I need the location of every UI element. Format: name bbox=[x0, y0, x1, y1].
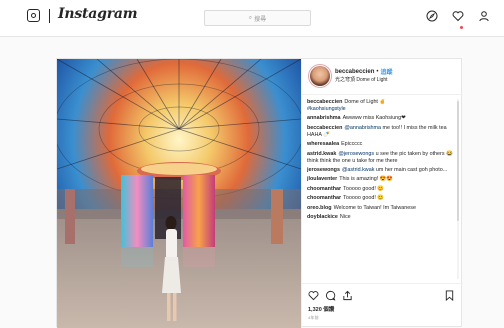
like-heart-icon[interactable] bbox=[308, 290, 319, 301]
heart-icon[interactable] bbox=[452, 10, 464, 22]
comment-username[interactable]: wheresaalea bbox=[307, 141, 339, 147]
search-placeholder: 搜尋 bbox=[254, 16, 267, 23]
post-actions: 1,320 個讚 4年前 bbox=[302, 283, 463, 328]
camera-icon[interactable] bbox=[27, 9, 40, 22]
comment-item: choomanthar Tooooo good! 😊 bbox=[307, 195, 455, 202]
comment-bubble-icon[interactable] bbox=[325, 290, 336, 301]
comment-username[interactable]: jerosewongs bbox=[307, 167, 340, 173]
comment-username[interactable]: choomanthar bbox=[307, 195, 341, 201]
search-icon: ⌕ bbox=[248, 14, 253, 21]
post-card: beccabeccien • 追蹤 光之穹頂 Dome of Light bec… bbox=[56, 58, 463, 328]
share-upload-icon[interactable] bbox=[342, 290, 353, 301]
comment-username[interactable]: beccabeccien bbox=[307, 99, 342, 105]
mention-link[interactable]: @annabrishma bbox=[344, 125, 381, 131]
comment-text: Dome of Light ✌ bbox=[344, 99, 387, 105]
post-header: beccabeccien • 追蹤 光之穹頂 Dome of Light bbox=[302, 59, 463, 95]
hashtag-link[interactable]: #kaohsiungstyle bbox=[307, 106, 455, 113]
comments-list[interactable]: beccabeccien Dome of Light ✌ #kaohsiungst… bbox=[307, 99, 455, 279]
profile-icon[interactable] bbox=[478, 10, 490, 22]
explore-compass-icon[interactable] bbox=[426, 10, 438, 22]
post-date: 4年前 bbox=[308, 315, 319, 320]
comment-item: annabrishma Awwww miss Kaohsiung❤ bbox=[307, 115, 455, 122]
instagram-logo[interactable]: Instagram bbox=[58, 6, 138, 22]
action-icon-group bbox=[308, 290, 353, 301]
comment-username[interactable]: astrid.kwak bbox=[307, 151, 336, 157]
comment-text: Tooooo good! 😊 bbox=[343, 195, 385, 202]
comment-item: jloulaventer This is amazing! 😍😍 bbox=[307, 176, 455, 183]
comment-text: Tooooo good! 😊 bbox=[343, 185, 385, 192]
mention-link[interactable]: @astrid.kwak bbox=[342, 167, 374, 173]
comment-text: um her main cast goh photo... bbox=[375, 166, 448, 173]
comment-item: wheresaalea Epiccccc bbox=[307, 141, 455, 148]
comment-item: oreo.blog Welcome to Taiwan! Im Taiwanese bbox=[307, 205, 455, 212]
separator-dot: • bbox=[376, 68, 379, 75]
comment-text: Nice bbox=[339, 213, 351, 220]
comment-item: choomanthar Tooooo good! 😊 bbox=[307, 186, 455, 193]
comment-item: doyblackice Nice bbox=[307, 214, 455, 221]
search-input[interactable]: ⌕ 搜尋 bbox=[204, 10, 311, 26]
comment-username[interactable]: doyblackice bbox=[307, 214, 338, 220]
comment-username[interactable]: oreo.blog bbox=[307, 205, 332, 211]
author-avatar[interactable] bbox=[310, 66, 330, 86]
comment-item: beccabeccien Dome of Light ✌ #kaohsiungst… bbox=[307, 99, 455, 113]
post-sidebar: beccabeccien • 追蹤 光之穹頂 Dome of Light bec… bbox=[301, 59, 463, 328]
dome-of-light-image bbox=[57, 59, 301, 328]
comments-scrollbar-thumb[interactable] bbox=[457, 101, 459, 221]
likes-count[interactable]: 1,320 個讚 bbox=[308, 305, 334, 313]
logo-divider bbox=[49, 9, 50, 23]
top-navigation-bar: Instagram ⌕ 搜尋 bbox=[0, 0, 504, 37]
comment-text: Welcome to Taiwan! Im Taiwanese bbox=[333, 204, 416, 211]
comment-item: astrid.kwak @jerosewongs u see the pic ta… bbox=[307, 151, 455, 165]
author-username[interactable]: beccabeccien bbox=[335, 69, 374, 75]
top-icon-group bbox=[426, 10, 490, 22]
comment-item: beccabeccien @annabrishma me too!! I miss… bbox=[307, 125, 455, 139]
comment-username[interactable]: choomanthar bbox=[307, 186, 341, 192]
comment-username[interactable]: beccabeccien bbox=[307, 125, 342, 131]
follow-button[interactable]: 追蹤 bbox=[380, 67, 392, 76]
bookmark-icon[interactable] bbox=[444, 290, 455, 301]
post-location[interactable]: 光之穹頂 Dome of Light bbox=[335, 76, 388, 83]
comment-item: jerosewongs @astrid.kwak um her main cast… bbox=[307, 167, 455, 174]
notification-dot bbox=[460, 26, 463, 29]
author-row: beccabeccien • 追蹤 bbox=[335, 67, 392, 77]
comment-username[interactable]: jloulaventer bbox=[307, 176, 337, 182]
post-photo[interactable] bbox=[57, 59, 301, 328]
comment-text: Epiccccc bbox=[341, 141, 363, 148]
comment-username[interactable]: annabrishma bbox=[307, 115, 341, 121]
mention-link[interactable]: @jerosewongs bbox=[338, 151, 374, 157]
comment-text: This is amazing! 😍😍 bbox=[339, 176, 394, 183]
comment-text: Awwww miss Kaohsiung❤ bbox=[342, 115, 406, 122]
